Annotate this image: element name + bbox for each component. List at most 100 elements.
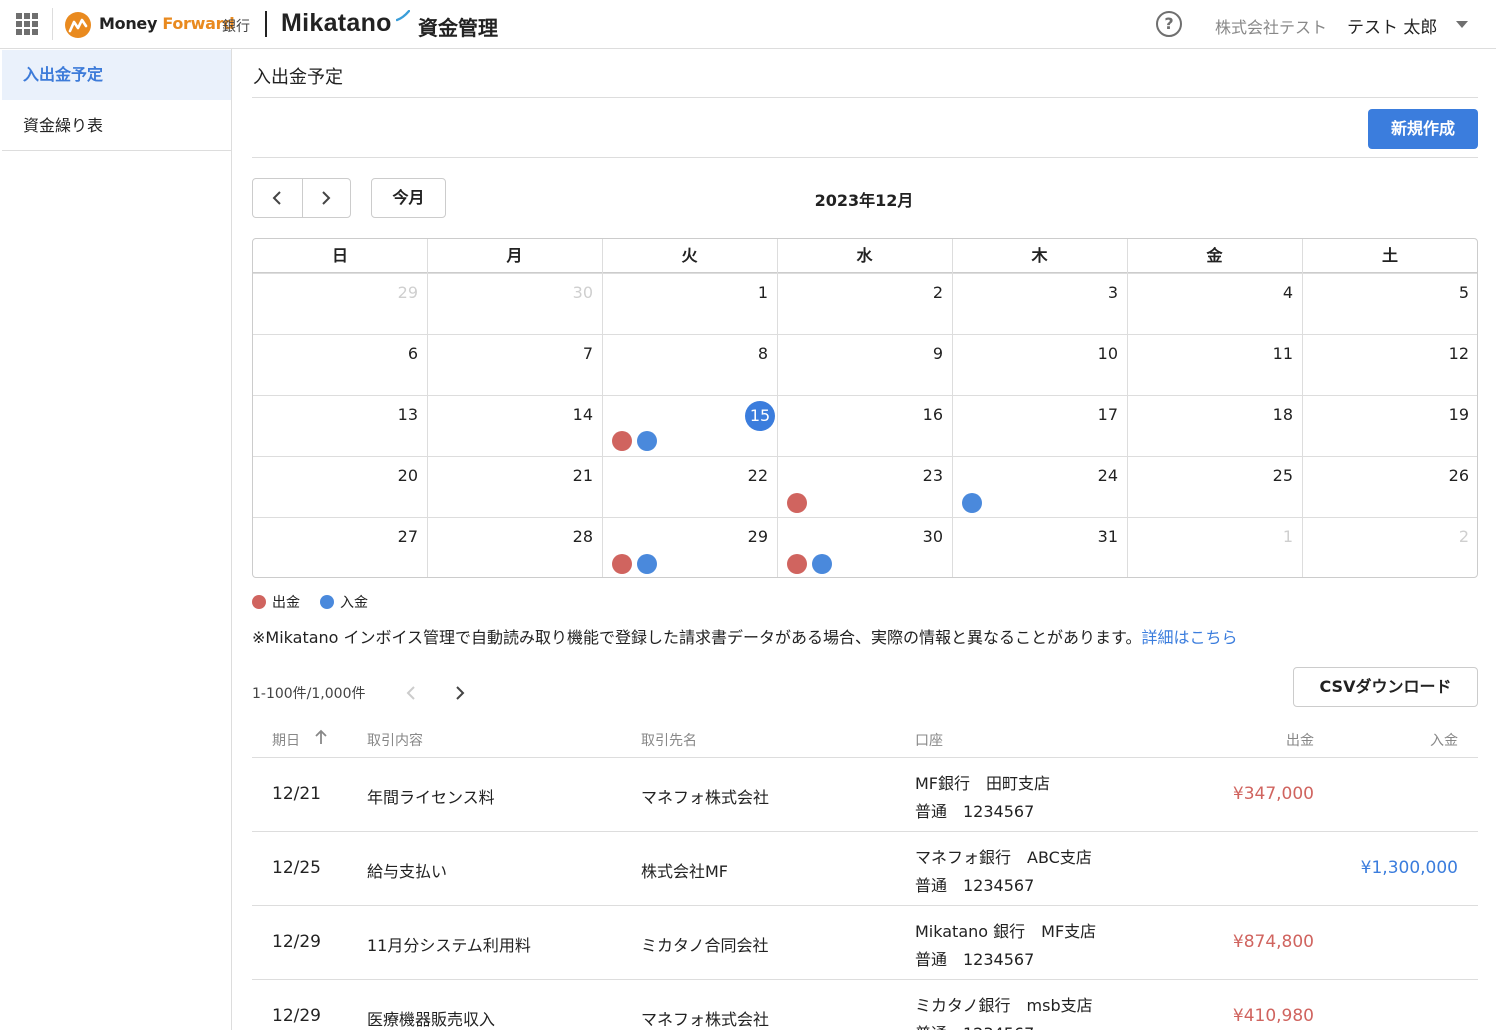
divider xyxy=(252,157,1478,158)
calendar-day-cell[interactable]: 7 xyxy=(427,334,602,395)
day-number: 8 xyxy=(757,344,768,363)
create-new-button[interactable]: 新規作成 xyxy=(1368,109,1478,149)
calendar-day-cell[interactable]: 25 xyxy=(1127,456,1302,517)
table-header: 期日 取引内容 取引先名 口座 出金 入金 xyxy=(252,720,1478,758)
calendar-day-cell[interactable]: 13 xyxy=(253,395,427,456)
withdrawal-dot[interactable] xyxy=(612,554,632,574)
calendar-day-cell[interactable]: 18 xyxy=(1127,395,1302,456)
company-name: 株式会社テスト xyxy=(1215,18,1328,37)
deposit-dot[interactable] xyxy=(637,554,657,574)
calendar-day-cell[interactable]: 9 xyxy=(777,334,952,395)
day-number: 16 xyxy=(922,405,943,424)
calendar-day-cell[interactable]: 6 xyxy=(253,334,427,395)
day-number: 1 xyxy=(1282,527,1293,546)
calendar-day-cell[interactable]: 11 xyxy=(1127,334,1302,395)
day-number: 31 xyxy=(1097,527,1118,546)
calendar-day-cell[interactable]: 17 xyxy=(952,395,1127,456)
day-number: 12 xyxy=(1448,344,1469,363)
row-party: ミカタノ合同会社 xyxy=(641,936,769,955)
calendar-day-cell[interactable]: 26 xyxy=(1302,456,1477,517)
month-label: 2023年12月 xyxy=(814,191,914,210)
day-number: 19 xyxy=(1448,405,1469,424)
prev-page-icon[interactable] xyxy=(401,683,421,703)
row-date: 12/29 xyxy=(272,932,321,952)
calendar-day-cell[interactable]: 23 xyxy=(777,456,952,517)
calendar-day-cell[interactable]: 27 xyxy=(253,517,427,577)
app-grid-icon[interactable] xyxy=(16,13,38,35)
row-description: 年間ライセンス料 xyxy=(367,788,495,807)
withdrawal-dot[interactable] xyxy=(787,493,807,513)
withdrawal-dot[interactable] xyxy=(787,554,807,574)
row-account-number: 普通 1234567 xyxy=(915,1020,1034,1030)
next-month-button[interactable] xyxy=(301,179,351,217)
col-in: 入金 xyxy=(1430,733,1458,749)
day-number: 23 xyxy=(922,466,943,485)
row-party: 株式会社MF xyxy=(641,862,729,881)
deposit-dot[interactable] xyxy=(812,554,832,574)
out-legend-label: 出金 xyxy=(272,595,300,611)
calendar-legend: 出金 入金 xyxy=(252,592,388,612)
sidebar-item-schedule[interactable]: 入出金予定 xyxy=(2,50,231,100)
weekday-header: 月 xyxy=(427,239,602,273)
row-account-number: 普通 1234567 xyxy=(915,876,1035,895)
next-page-icon[interactable] xyxy=(450,683,470,703)
calendar-day-cell[interactable]: 24 xyxy=(952,456,1127,517)
calendar-day-cell[interactable]: 30 xyxy=(777,517,952,577)
sidebar-item-cashflow[interactable]: 資金繰り表 xyxy=(2,101,231,151)
calendar-day-cell[interactable]: 31 xyxy=(952,517,1127,577)
table-row[interactable]: 12/25 給与支払い 株式会社MF マネフォ銀行 ABC支店 普通 1234567 ¥1… xyxy=(252,832,1478,906)
calendar-day-cell[interactable]: 12 xyxy=(1302,334,1477,395)
csv-download-button[interactable]: CSVダウンロード xyxy=(1293,667,1478,707)
day-number: 21 xyxy=(572,466,593,485)
calendar-day-cell[interactable]: 5 xyxy=(1302,273,1477,334)
this-month-button[interactable]: 今月 xyxy=(371,178,446,218)
details-link[interactable]: 詳細はこちら xyxy=(1141,628,1237,647)
notice-text: ※Mikatano インボイス管理で自動読み取り機能で登録した請求書データがある… xyxy=(252,624,1237,648)
withdrawal-dot[interactable] xyxy=(612,431,632,451)
day-number: 2 xyxy=(932,283,943,302)
day-number: 17 xyxy=(1097,405,1118,424)
calendar-day-cell[interactable]: 21 xyxy=(427,456,602,517)
calendar-day-cell[interactable]: 22 xyxy=(602,456,777,517)
row-account-bank: Mikatano 銀行 MF支店 xyxy=(915,922,1097,941)
weekday-header: 木 xyxy=(952,239,1127,273)
sidebar: 入出金予定 資金繰り表 xyxy=(0,49,232,1030)
row-description: 給与支払い xyxy=(367,862,448,881)
weekday-header: 火 xyxy=(602,239,777,273)
calendar-day-cell[interactable]: 16 xyxy=(777,395,952,456)
user-name[interactable]: テスト 太郎 xyxy=(1347,13,1437,38)
calendar-day-cell[interactable]: 29 xyxy=(253,273,427,334)
calendar-day-cell[interactable]: 1 xyxy=(602,273,777,334)
day-number: 2 xyxy=(1458,527,1469,546)
calendar-day-cell[interactable]: 15 xyxy=(602,395,777,456)
calendar-day-cell[interactable]: 30 xyxy=(427,273,602,334)
row-date: 12/29 xyxy=(272,1006,321,1026)
help-icon[interactable]: ? xyxy=(1156,11,1182,37)
calendar-day-cell[interactable]: 3 xyxy=(952,273,1127,334)
row-withdrawal: ¥874,800 xyxy=(1232,932,1314,952)
table-row[interactable]: 12/21 年間ライセンス料 マネフォ株式会社 MF銀行 田町支店 普通 1234567… xyxy=(252,758,1478,832)
calendar-day-cell[interactable]: 2 xyxy=(777,273,952,334)
calendar-day-cell[interactable]: 2 xyxy=(1302,517,1477,577)
deposit-dot[interactable] xyxy=(962,493,982,513)
calendar-day-cell[interactable]: 10 xyxy=(952,334,1127,395)
sort-up-icon[interactable] xyxy=(313,728,329,746)
row-withdrawal: ¥347,000 xyxy=(1232,784,1314,804)
calendar-day-cell[interactable]: 4 xyxy=(1127,273,1302,334)
row-account-bank: MF銀行 田町支店 xyxy=(915,774,1051,793)
chevron-down-icon[interactable] xyxy=(1456,21,1468,28)
calendar-day-cell[interactable]: 29 xyxy=(602,517,777,577)
calendar-day-cell[interactable]: 19 xyxy=(1302,395,1477,456)
col-date[interactable]: 期日 xyxy=(272,730,300,750)
day-number: 29 xyxy=(397,283,418,302)
calendar-day-cell[interactable]: 1 xyxy=(1127,517,1302,577)
table-row[interactable]: 12/29 医療機器販売収入 マネフォ株式会社 ミカタノ銀行 msb支店普通 1234… xyxy=(252,980,1478,1030)
prev-month-button[interactable] xyxy=(253,179,302,217)
calendar-day-cell[interactable]: 28 xyxy=(427,517,602,577)
day-number: 25 xyxy=(1272,466,1293,485)
deposit-dot[interactable] xyxy=(637,431,657,451)
table-row[interactable]: 12/29 11月分システム利用料 ミカタノ合同会社 Mikatano 銀行 MF支店… xyxy=(252,906,1478,980)
calendar-day-cell[interactable]: 20 xyxy=(253,456,427,517)
calendar-day-cell[interactable]: 8 xyxy=(602,334,777,395)
calendar-day-cell[interactable]: 14 xyxy=(427,395,602,456)
